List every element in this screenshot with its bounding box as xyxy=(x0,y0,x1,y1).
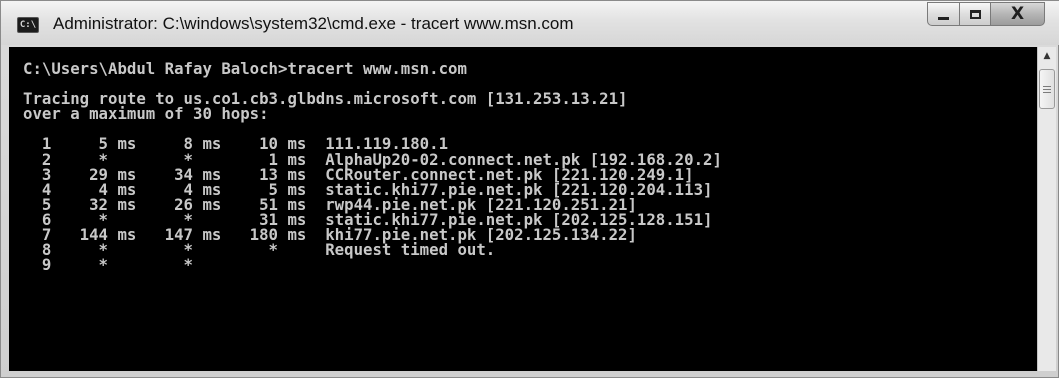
hop-row: 9 * * xyxy=(23,255,194,275)
cmd-icon[interactable]: C:\ xyxy=(17,17,39,33)
scroll-up-icon[interactable]: ▲ xyxy=(1038,47,1056,65)
window-title: Administrator: C:\windows\system32\cmd.e… xyxy=(53,14,574,33)
vertical-scrollbar[interactable]: ▲ xyxy=(1037,47,1056,371)
cmd-window: C:\ Administrator: C:\windows\system32\c… xyxy=(0,0,1059,378)
minimize-button[interactable] xyxy=(927,2,960,26)
close-button[interactable]: X xyxy=(991,2,1045,26)
title-bar[interactable]: C:\ Administrator: C:\windows\system32\c… xyxy=(1,1,1059,45)
grip-line xyxy=(1043,85,1051,87)
close-icon: X xyxy=(1010,3,1025,24)
grip-line xyxy=(1043,88,1051,90)
trace-header-2: over a maximum of 30 hops: xyxy=(23,104,269,124)
maximize-button[interactable] xyxy=(960,2,991,26)
console-output[interactable]: C:\Users\Abdul Rafay Baloch>tracert www.… xyxy=(9,47,1037,371)
console-text: C:\Users\Abdul Rafay Baloch>tracert www.… xyxy=(23,53,722,275)
grip-line xyxy=(1043,91,1051,93)
minimize-icon xyxy=(938,16,949,20)
caption-buttons: X xyxy=(927,2,1045,26)
scroll-thumb[interactable] xyxy=(1039,69,1055,109)
maximize-icon xyxy=(969,9,981,19)
command-line: C:\Users\Abdul Rafay Baloch>tracert www.… xyxy=(23,59,467,78)
